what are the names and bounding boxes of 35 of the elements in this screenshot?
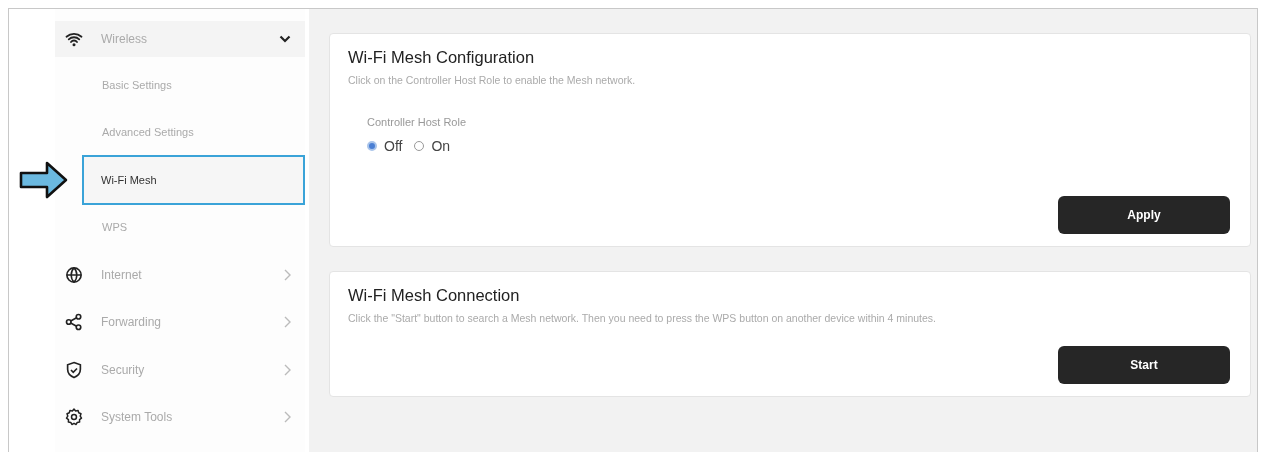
action-button[interactable]: Apply xyxy=(1058,196,1230,234)
globe-icon xyxy=(65,265,83,284)
wifi-icon xyxy=(65,30,83,48)
chevron-right-icon xyxy=(284,316,291,329)
card-description: Click the "Start" button to search a Mesh network. Then you need to press the WPS button on another device within 4 minutes. xyxy=(348,312,937,324)
pointer-arrow xyxy=(19,160,69,200)
sidebar-item[interactable]: Security xyxy=(55,346,305,394)
sidebar-item-label: Internet xyxy=(101,267,143,282)
sidebar-item[interactable]: Forwarding xyxy=(55,298,305,346)
sidebar-item-label: Security xyxy=(101,362,146,377)
chevron-right-icon xyxy=(284,411,291,424)
card-title: Wi-Fi Mesh Configuration xyxy=(348,48,536,67)
field-label: Controller Host Role xyxy=(367,116,468,128)
sidebar-item[interactable]: Wireless xyxy=(55,21,305,57)
chevron-down-icon xyxy=(279,35,291,43)
share-icon xyxy=(65,313,83,332)
sidebar-item-label: System Tools xyxy=(101,410,174,425)
chevron-right-icon xyxy=(284,363,291,376)
shield-check-icon xyxy=(65,360,83,379)
action-button[interactable]: Start xyxy=(1058,346,1230,384)
submenu-item[interactable]: Basic Settings xyxy=(82,61,272,109)
submenu-item[interactable]: Advanced Settings xyxy=(82,108,272,156)
sidebar-item[interactable]: System Tools xyxy=(55,393,305,441)
chevron-right-icon xyxy=(284,268,291,281)
submenu-item[interactable]: WPS xyxy=(82,203,272,251)
settings-icon xyxy=(65,408,83,427)
sidebar-item-label: Forwarding xyxy=(101,315,163,330)
radio-button[interactable] xyxy=(367,141,377,151)
card-title: Wi-Fi Mesh Connection xyxy=(348,286,521,305)
sidebar-item[interactable]: Internet xyxy=(55,251,305,299)
radio-option[interactable]: On xyxy=(414,138,451,154)
card-description: Click on the Controller Host Role to enable the Mesh network. xyxy=(348,74,637,86)
sidebar-item-label: Wireless xyxy=(101,32,148,46)
submenu-item[interactable]: Wi-Fi Mesh xyxy=(82,154,305,205)
radio-option[interactable]: Off xyxy=(367,138,403,154)
